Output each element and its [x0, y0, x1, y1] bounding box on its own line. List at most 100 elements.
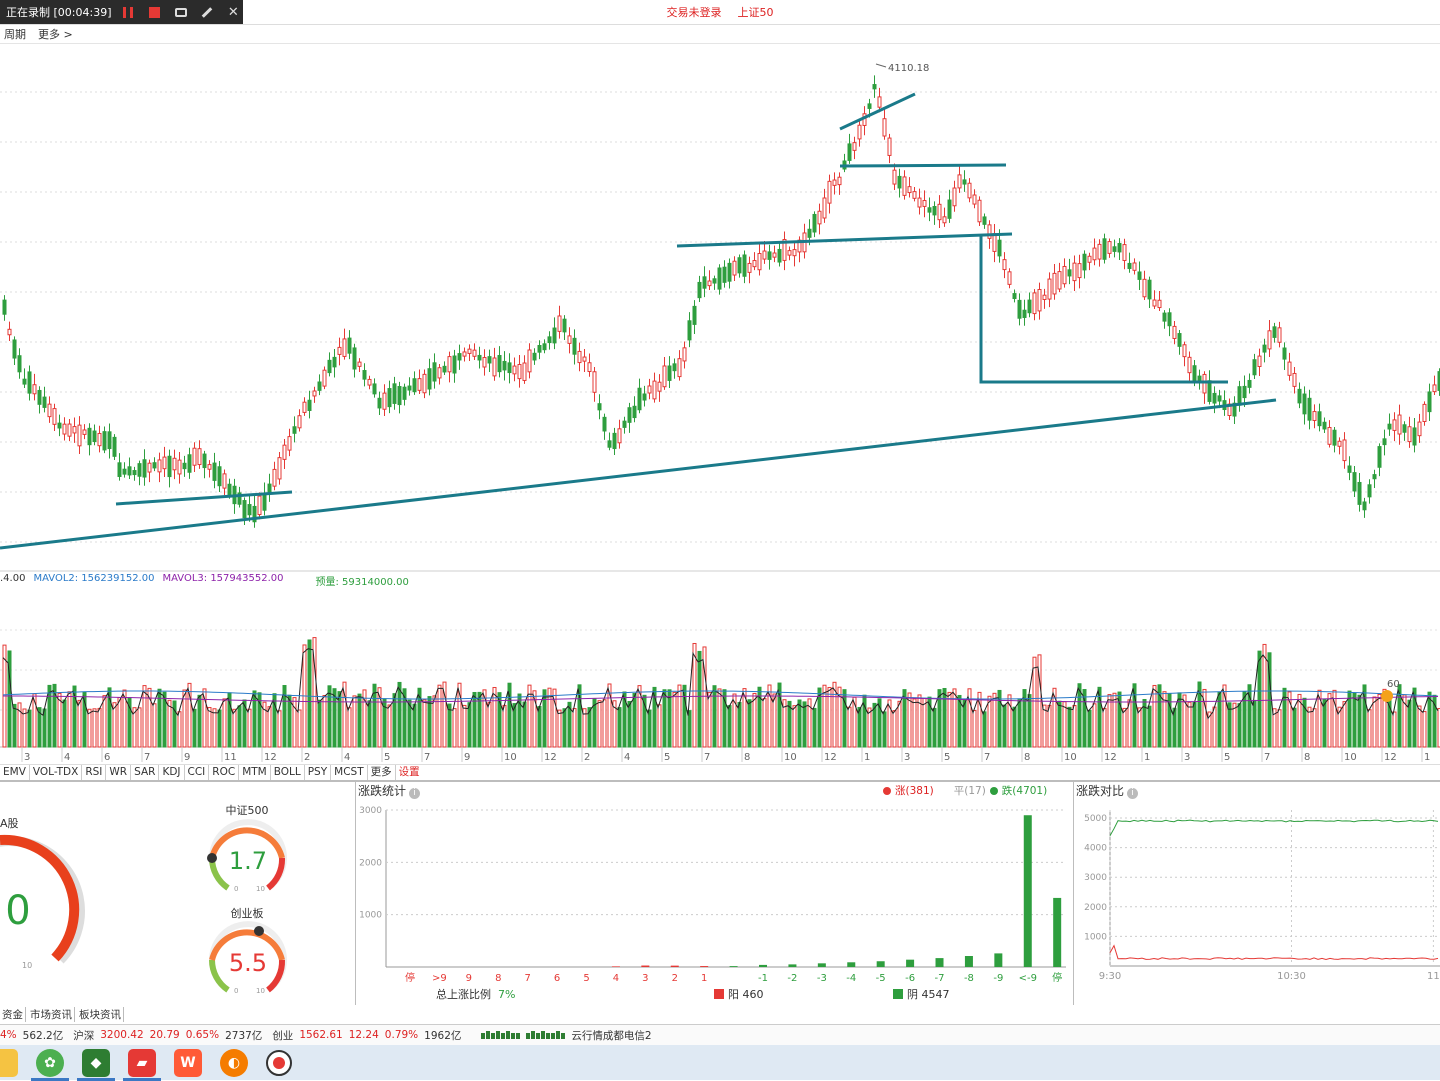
close-icon: ✕: [227, 4, 239, 20]
more-menu[interactable]: 更多 >: [38, 26, 73, 42]
candle-body: [1252, 359, 1257, 376]
candle-body: [332, 356, 337, 368]
candle-body: [447, 356, 452, 373]
ticker-amount: 562.2亿: [22, 1029, 64, 1042]
candle-body: [167, 455, 172, 478]
indicator-tab[interactable]: WR: [106, 765, 132, 781]
folder-icon[interactable]: [0, 1048, 18, 1077]
volume-bar: [1262, 643, 1267, 748]
pdf-icon[interactable]: ▰: [123, 1048, 161, 1081]
category-label: -1: [758, 973, 768, 984]
candle-body: [712, 278, 717, 284]
zz500-max: 10: [256, 885, 265, 893]
volume-bar: [1277, 709, 1282, 748]
info-icon[interactable]: i: [409, 788, 421, 799]
candle-body: [952, 187, 957, 207]
candle-body: [852, 142, 857, 151]
indicator-tab[interactable]: 更多: [368, 765, 396, 781]
volume-bar: [1292, 707, 1297, 748]
volume-bar: [87, 708, 92, 748]
volume-bar: [317, 699, 322, 748]
volume-bar: [427, 696, 432, 748]
candle-body: [132, 470, 137, 476]
candle-body: [82, 429, 87, 435]
close-recorder-button[interactable]: ✕: [224, 2, 243, 22]
candle-body: [607, 440, 612, 448]
candlestick-chart[interactable]: 4110.18: [0, 44, 1440, 572]
candle-body: [32, 384, 37, 395]
pause-button[interactable]: [118, 2, 137, 22]
candle-body: [692, 305, 697, 325]
info-tab[interactable]: 市场资讯: [28, 1007, 75, 1022]
stop-button[interactable]: [145, 2, 164, 22]
indicator-tab[interactable]: 设置: [396, 765, 423, 781]
y-tick-label: 2000: [359, 858, 382, 868]
volume-bar: [1427, 691, 1432, 748]
screenshot-button[interactable]: [171, 2, 190, 22]
indicator-tab[interactable]: EMV: [0, 765, 30, 781]
record-icon[interactable]: [266, 1049, 292, 1076]
indicator-tab[interactable]: PSY: [305, 765, 332, 781]
candle-body: [397, 386, 402, 406]
volume-bar: [502, 704, 507, 748]
candle-body: [807, 228, 812, 238]
indicator-tab[interactable]: SAR: [131, 765, 160, 781]
candle-body: [1262, 344, 1267, 353]
marker-icon[interactable]: [1381, 690, 1393, 702]
candle-body: [287, 436, 292, 451]
stop-icon: [148, 6, 160, 18]
indicator-tab[interactable]: MCST: [331, 765, 368, 781]
estimated-volume-label: 预量: 59314000.00: [315, 577, 409, 588]
cyb-needle: [254, 926, 264, 936]
axis-tick-label: 12: [1384, 752, 1397, 763]
candle-body: [637, 387, 642, 411]
candle-body: [1197, 375, 1202, 381]
volume-bar: [752, 692, 757, 748]
candle-body: [147, 462, 152, 473]
yang-label: 阳 460: [728, 988, 764, 1001]
candle-body: [1192, 365, 1197, 383]
category-label: >9: [432, 973, 447, 984]
indicator-tab[interactable]: ROC: [209, 765, 240, 781]
indicator-tab[interactable]: KDJ: [159, 765, 185, 781]
wechat-icon[interactable]: ✿: [31, 1048, 69, 1081]
candle-body: [202, 453, 207, 469]
volume-bar: [462, 704, 467, 748]
indicator-tab[interactable]: RSI: [82, 765, 107, 781]
candle-body: [392, 383, 397, 404]
info-tab[interactable]: 板块资讯: [77, 1007, 124, 1022]
candle-body: [277, 457, 282, 480]
candle-body: [752, 260, 757, 268]
axis-tick-label: 4: [344, 752, 350, 763]
indicator-tab[interactable]: MTM: [239, 765, 271, 781]
advance-decline-bar: [670, 965, 679, 967]
indicator-tab[interactable]: BOLL: [271, 765, 305, 781]
candle-body: [7, 328, 12, 336]
candle-body: [927, 207, 932, 213]
candle-body: [222, 473, 227, 489]
candle-body: [1322, 421, 1327, 430]
orange-app-icon[interactable]: ◐: [220, 1048, 248, 1077]
volume-bar: [737, 702, 742, 748]
candle-body: [1392, 419, 1397, 431]
candle-body: [1382, 438, 1387, 446]
period-menu[interactable]: 周期: [4, 26, 26, 42]
candle-body: [17, 355, 22, 373]
wps-icon[interactable]: W: [174, 1048, 202, 1077]
category-label: -2: [787, 973, 797, 984]
cy-pct: 0.79%: [384, 1029, 419, 1041]
indicator-tab[interactable]: VOL-TDX: [30, 765, 83, 781]
mavol2-label: MAVOL2: 156239152.00: [33, 573, 155, 584]
peak-label: 4110.18: [888, 63, 929, 74]
volume-bar: [892, 710, 897, 748]
news-ticker[interactable]: 云行情成都电信2: [571, 1028, 651, 1043]
volume-chart[interactable]: 3 4 6 7 9 11 12 2 4 5 7 9 10 12 2 4 5 7 8 10 12 1 3 5 7 8 10 12 1 3 5 7…: [0, 590, 1440, 764]
indicator-tab[interactable]: CCI: [185, 765, 210, 781]
info-icon[interactable]: i: [1127, 788, 1139, 799]
annotate-button[interactable]: [197, 2, 216, 22]
volume-bar: [77, 699, 82, 748]
info-tab[interactable]: 资金: [0, 1007, 26, 1022]
candle-body: [1347, 465, 1352, 473]
green-app-icon[interactable]: ◆: [77, 1048, 115, 1081]
neckline: [676, 232, 1013, 248]
